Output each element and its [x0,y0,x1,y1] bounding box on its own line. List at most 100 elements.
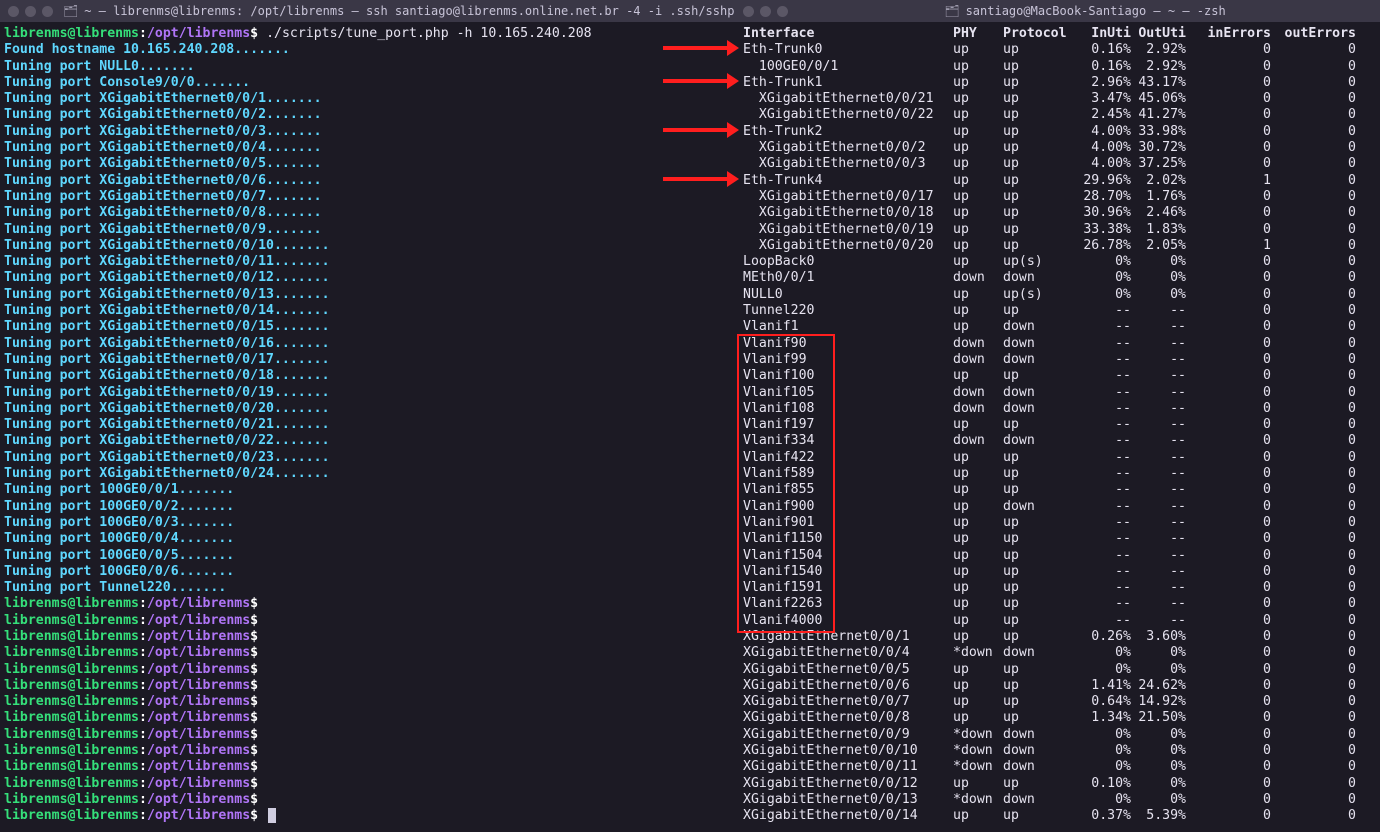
cell-interface: Eth-Trunk1 [739,75,953,91]
cell-interface: Vlanif90 [739,336,953,352]
cell-inuti: 3.47% [1073,91,1131,107]
cell-inerrors: 0 [1186,303,1271,319]
cell-inerrors: 0 [1186,433,1271,449]
cell-oututi: -- [1131,499,1186,515]
cell-inuti: 0.16% [1073,59,1131,75]
cell-inuti: -- [1073,319,1131,335]
cell-interface: XGigabitEthernet0/0/3 [739,156,953,172]
table-row: Vlanif108downdown----00 [739,401,1376,417]
cell-protocol: down [1003,727,1073,743]
cell-phy: up [953,124,1003,140]
cell-interface: Vlanif197 [739,417,953,433]
terminal-output-left[interactable]: librenms@librenms:/opt/librenms$ ./scrip… [0,22,735,829]
cell-oututi: 3.60% [1131,629,1186,645]
cell-protocol: up [1003,450,1073,466]
minimize-icon[interactable] [25,6,36,17]
cell-phy: up [953,107,1003,123]
zoom-icon[interactable] [777,6,788,17]
cell-inuti: 0% [1073,727,1131,743]
cell-outerrors: 0 [1271,482,1356,498]
cell-inerrors: 0 [1186,319,1271,335]
cell-inerrors: 0 [1186,580,1271,596]
cell-outerrors: 0 [1271,727,1356,743]
table-row: Eth-Trunk2upup4.00%33.98%00 [739,124,1376,140]
cell-phy: up [953,42,1003,58]
cell-outerrors: 0 [1271,352,1356,368]
terminal-left-pane[interactable]: 🗂 ~ — librenms@librenms: /opt/librenms —… [0,0,735,832]
cell-phy: *down [953,759,1003,775]
terminal-right-pane[interactable]: 🗂 santiago@MacBook-Santiago — ~ — -zsh I… [735,0,1380,832]
close-icon[interactable] [743,6,754,17]
cell-inerrors: 0 [1186,140,1271,156]
cell-inuti: -- [1073,303,1131,319]
table-row: XGigabitEthernet0/0/4*downdown0%0%00 [739,645,1376,661]
cell-oututi: 0% [1131,662,1186,678]
window-controls[interactable] [743,6,788,17]
cell-outerrors: 0 [1271,580,1356,596]
cell-outerrors: 0 [1271,303,1356,319]
minimize-icon[interactable] [760,6,771,17]
cell-outerrors: 0 [1271,75,1356,91]
cell-phy: up [953,662,1003,678]
cell-phy: up [953,91,1003,107]
cell-protocol: up [1003,59,1073,75]
table-row: Vlanif422upup----00 [739,450,1376,466]
cell-oututi: -- [1131,336,1186,352]
cell-outerrors: 0 [1271,759,1356,775]
cell-interface: LoopBack0 [739,254,953,270]
cell-outerrors: 0 [1271,368,1356,384]
cell-inuti: 0.10% [1073,776,1131,792]
table-row: XGigabitEthernet0/0/12upup0.10%0%00 [739,776,1376,792]
cell-outerrors: 0 [1271,499,1356,515]
terminal-output-right[interactable]: InterfacePHYProtocolInUtiOutUtiinErrorso… [735,22,1380,829]
cell-interface: XGigabitEthernet0/0/2 [739,140,953,156]
table-row: XGigabitEthernet0/0/9*downdown0%0%00 [739,727,1376,743]
cell-interface: XGigabitEthernet0/0/9 [739,727,953,743]
cell-interface: Eth-Trunk2 [739,124,953,140]
cell-protocol: up [1003,548,1073,564]
cell-outerrors: 0 [1271,776,1356,792]
cell-inerrors: 0 [1186,499,1271,515]
table-row: Vlanif90downdown----00 [739,336,1376,352]
cell-phy: up [953,776,1003,792]
cell-inuti: -- [1073,548,1131,564]
cell-outerrors: 0 [1271,645,1356,661]
cell-phy: up [953,368,1003,384]
cell-outerrors: 0 [1271,678,1356,694]
cell-phy: up [953,482,1003,498]
cell-outerrors: 0 [1271,205,1356,221]
table-row: Eth-Trunk4upup29.96%2.02%10 [739,173,1376,189]
cell-inuti: -- [1073,531,1131,547]
table-row: XGigabitEthernet0/0/22upup2.45%41.27%00 [739,107,1376,123]
cell-inuti: -- [1073,596,1131,612]
window-controls[interactable] [8,6,53,17]
cell-phy: up [953,678,1003,694]
cell-outerrors: 0 [1271,140,1356,156]
cell-outerrors: 0 [1271,336,1356,352]
table-row: Vlanif589upup----00 [739,466,1376,482]
cell-oututi: -- [1131,417,1186,433]
cell-outerrors: 0 [1271,710,1356,726]
table-row: Vlanif334downdown----00 [739,433,1376,449]
cell-protocol: up [1003,156,1073,172]
cell-oututi: 1.83% [1131,222,1186,238]
zoom-icon[interactable] [42,6,53,17]
cell-phy: up [953,156,1003,172]
cell-oututi: -- [1131,450,1186,466]
cell-protocol: up [1003,466,1073,482]
cell-inerrors: 0 [1186,564,1271,580]
cell-protocol: up [1003,222,1073,238]
table-row: Tunnel220upup----00 [739,303,1376,319]
cell-phy: down [953,433,1003,449]
table-row: XGigabitEthernet0/0/11*downdown0%0%00 [739,759,1376,775]
cell-inuti: -- [1073,450,1131,466]
cell-phy: up [953,629,1003,645]
cell-oututi: 2.92% [1131,59,1186,75]
cell-phy: up [953,303,1003,319]
cell-protocol: up [1003,107,1073,123]
close-icon[interactable] [8,6,19,17]
cell-protocol: up [1003,662,1073,678]
annotation-arrow-icon [663,42,739,54]
cell-inerrors: 0 [1186,466,1271,482]
cell-inuti: -- [1073,368,1131,384]
